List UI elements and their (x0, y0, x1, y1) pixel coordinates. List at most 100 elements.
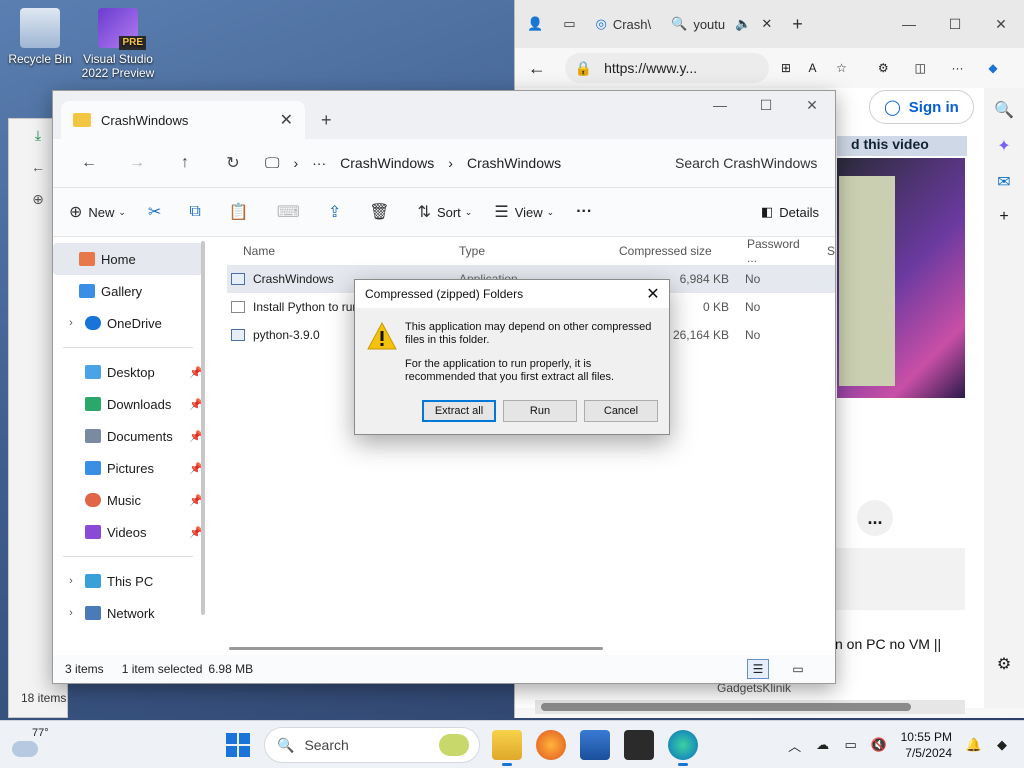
copilot-taskbar-icon[interactable]: ◆ (988, 737, 1016, 753)
delete-button[interactable]: 🗑 (369, 202, 395, 222)
close-icon[interactable]: ✕ (789, 97, 835, 114)
rename-button[interactable]: ⌨ (277, 202, 306, 222)
nav-item-music[interactable]: Music 📌 (53, 484, 203, 516)
back-icon[interactable]: ← (65, 154, 113, 172)
cloud-sync-icon[interactable]: ☁ (809, 737, 837, 753)
maximize-icon[interactable]: ☐ (743, 97, 789, 114)
refresh-icon[interactable]: ↻ (209, 153, 257, 173)
video-player[interactable] (837, 158, 965, 398)
new-tab-button[interactable]: + (784, 8, 811, 40)
more-button[interactable]: ... (857, 500, 893, 536)
sign-in-button[interactable]: ◯ Sign in (869, 90, 974, 124)
explorer-tab[interactable]: CrashWindows ✕ (61, 101, 305, 139)
nav-item-videos[interactable]: Videos 📌 (53, 516, 203, 548)
chevron-up-icon[interactable]: ︿ (781, 736, 809, 755)
cut-button[interactable]: ✂ (148, 202, 167, 222)
details-view-icon[interactable]: ☰ (747, 659, 769, 679)
favorite-star-icon[interactable]: ☆ (836, 61, 864, 75)
tab-actions-icon[interactable]: ▭ (555, 8, 583, 40)
chevron-right-icon[interactable]: › (63, 575, 79, 587)
sort-button[interactable]: ⇅ Sort ⌄ (418, 202, 473, 222)
close-tab-icon[interactable]: ✕ (280, 110, 293, 130)
column-name[interactable]: Name (227, 244, 443, 258)
weather-widget[interactable]: 77° (12, 727, 49, 757)
close-icon[interactable]: ✕ (978, 16, 1024, 33)
copilot-sidebar-icon[interactable]: ✦ (997, 136, 1010, 156)
nav-item-pictures[interactable]: Pictures 📌 (53, 452, 203, 484)
search-icon[interactable]: 🔍 (994, 100, 1014, 120)
desktop-icon-recycle-bin[interactable]: Recycle Bin (2, 8, 78, 66)
read-aloud-icon[interactable]: A (809, 61, 837, 75)
edge-app-icon[interactable] (668, 730, 698, 766)
extensions-icon[interactable]: ⚙ (878, 61, 915, 75)
details-pane-button[interactable]: ◧ Details (761, 204, 819, 220)
display-icon[interactable]: ▭ (837, 737, 865, 753)
ellipsis-icon[interactable]: ··· (312, 155, 326, 171)
nav-item-home[interactable]: Home (53, 243, 203, 275)
maximize-icon[interactable]: ☐ (932, 16, 978, 33)
share-button[interactable]: ⇪ (328, 202, 347, 222)
nav-item-downloads[interactable]: Downloads 📌 (53, 388, 203, 420)
settings-icon[interactable]: ⚙ (997, 654, 1011, 674)
column-compressed-size[interactable]: Compressed size (603, 244, 731, 258)
desktop-icon-visual-studio[interactable]: PRE Visual Studio 2022 Preview (80, 8, 156, 80)
nav-item-desktop[interactable]: Desktop 📌 (53, 356, 203, 388)
add-icon[interactable]: + (999, 208, 1008, 226)
breadcrumb-item[interactable]: CrashWindows (340, 155, 434, 171)
horizontal-scrollbar[interactable] (229, 647, 603, 650)
taskbar-search[interactable]: 🔍 Search (264, 727, 480, 763)
split-screen-icon[interactable]: ◫ (915, 61, 952, 75)
forward-icon[interactable]: → (113, 154, 161, 172)
back-icon[interactable]: ← (523, 58, 551, 79)
nav-item-network[interactable]: › Network (53, 597, 203, 629)
chevron-right-icon[interactable]: › (63, 317, 79, 329)
rename-icon: ⌨ (276, 204, 300, 221)
more-options-button[interactable]: ··· (576, 203, 592, 221)
breadcrumb-item[interactable]: CrashWindows (467, 155, 561, 171)
profile-icon[interactable]: 👤 (519, 8, 551, 40)
horizontal-scrollbar[interactable] (535, 700, 965, 714)
paste-button[interactable]: 📋 (229, 202, 255, 222)
column-type[interactable]: Type (443, 244, 603, 258)
video-title[interactable]: n on PC no VM || (835, 636, 941, 652)
nav-item-this-pc[interactable]: › This PC (53, 565, 203, 597)
view-button[interactable]: ☰ View ⌄ (494, 202, 554, 222)
copy-button[interactable]: ⧉ (189, 203, 206, 221)
outlook-icon[interactable]: ✉ (997, 172, 1010, 192)
more-icon[interactable]: ··· (952, 61, 989, 75)
clock[interactable]: 10:55 PM 7/5/2024 (901, 729, 952, 761)
notification-bell-icon[interactable]: 🔔 (960, 737, 988, 753)
tab-close-icon[interactable]: ✕ (761, 16, 772, 32)
extract-all-button[interactable]: Extract all (422, 400, 496, 422)
up-icon[interactable]: ↑ (161, 154, 209, 172)
column-size[interactable]: Si (811, 244, 835, 258)
close-icon[interactable]: ✕ (637, 284, 669, 304)
scroll-thumb[interactable] (541, 703, 911, 711)
copilot-icon[interactable]: ◆ (988, 61, 1016, 75)
search-input[interactable]: Search CrashWindows (665, 147, 823, 179)
run-button[interactable]: Run (503, 400, 577, 422)
photos-app-icon[interactable] (580, 730, 610, 760)
cancel-button[interactable]: Cancel (584, 400, 658, 422)
breadcrumb[interactable]: 🖵 › ··· CrashWindows › CrashWindows (265, 155, 575, 172)
terminal-app-icon[interactable] (624, 730, 654, 760)
nav-item-onedrive[interactable]: › OneDrive (53, 307, 203, 339)
address-bar[interactable]: 🔒 https://www.y... (564, 53, 769, 83)
chevron-right-icon[interactable]: › (63, 607, 79, 619)
firefox-app-icon[interactable] (536, 730, 566, 760)
browser-tab-youtube[interactable]: 🔍 youtu 🔈 ✕ (663, 8, 780, 40)
column-password[interactable]: Password ... (731, 237, 811, 265)
apps-icon[interactable]: ⊞ (781, 61, 809, 75)
new-button[interactable]: ⊕ New ⌄ (69, 202, 126, 222)
file-explorer-app-icon[interactable] (492, 730, 522, 766)
nav-item-gallery[interactable]: Gallery (53, 275, 203, 307)
nav-item-documents[interactable]: Documents 📌 (53, 420, 203, 452)
minimize-icon[interactable]: — (886, 16, 932, 33)
browser-tab-crash[interactable]: ◎ Crash\ (587, 8, 659, 40)
tiles-view-icon[interactable]: ▭ (787, 659, 809, 679)
volume-mute-icon[interactable]: 🔇 (865, 737, 893, 753)
minimize-icon[interactable]: — (697, 97, 743, 114)
start-button[interactable] (226, 733, 250, 757)
nav-scrollbar[interactable] (201, 241, 205, 615)
new-tab-button[interactable]: + (305, 101, 348, 139)
